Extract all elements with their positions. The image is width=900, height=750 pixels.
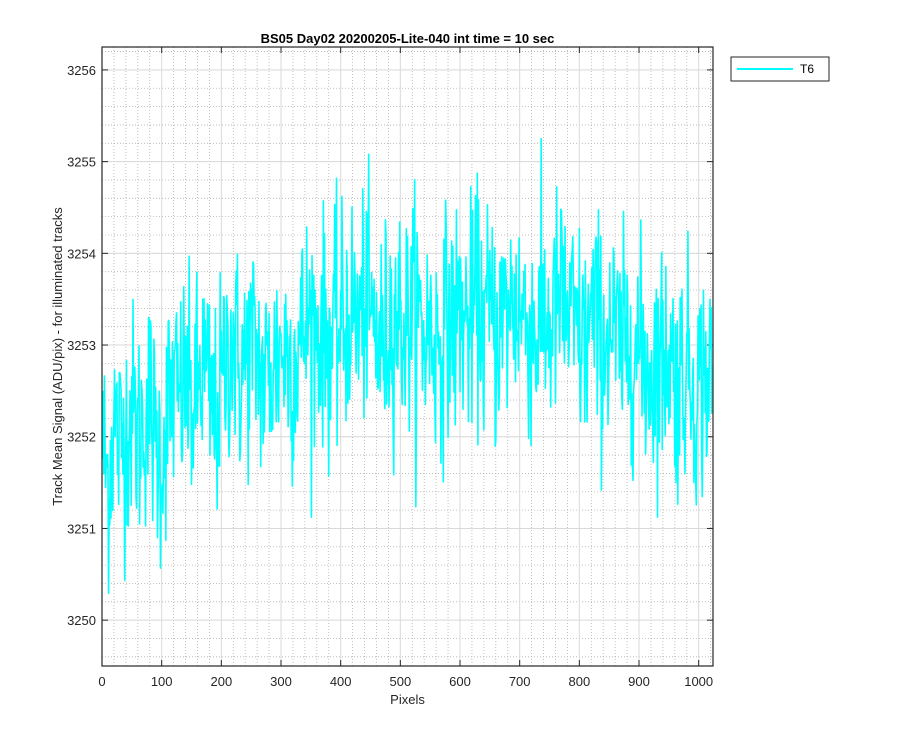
x-tick-label: 400 [330, 674, 352, 689]
x-tick-label: 500 [389, 674, 411, 689]
x-tick-label: 0 [98, 674, 105, 689]
y-tick-label: 3251 [67, 521, 96, 536]
x-tick-label: 300 [270, 674, 292, 689]
y-tick-label: 3256 [67, 63, 96, 78]
x-tick-label: 1000 [684, 674, 713, 689]
y-tick-label: 3255 [67, 155, 96, 170]
y-tick-label: 3253 [67, 338, 96, 353]
y-axis-label: Track Mean Signal (ADU/pix) - for illumi… [50, 207, 65, 506]
x-tick-label: 200 [210, 674, 232, 689]
x-tick-label: 900 [628, 674, 650, 689]
x-tick-label: 100 [151, 674, 173, 689]
chart: 0 100 200 300 400 500 600 700 800 900 1000 3250 3251… [0, 0, 900, 750]
x-tick-label: 600 [449, 674, 471, 689]
legend: T6 [730, 56, 830, 82]
y-tick-label: 3252 [67, 430, 96, 445]
legend-label-t6: T6 [800, 62, 814, 76]
x-tick-label: 700 [509, 674, 531, 689]
chart-title: BS05 Day02 20200205-Lite-040 int time = … [261, 31, 555, 46]
y-tick-label: 3254 [67, 246, 96, 261]
x-axis-label: Pixels [390, 692, 425, 707]
x-tick-label: 800 [568, 674, 590, 689]
y-tick-label: 3250 [67, 613, 96, 628]
